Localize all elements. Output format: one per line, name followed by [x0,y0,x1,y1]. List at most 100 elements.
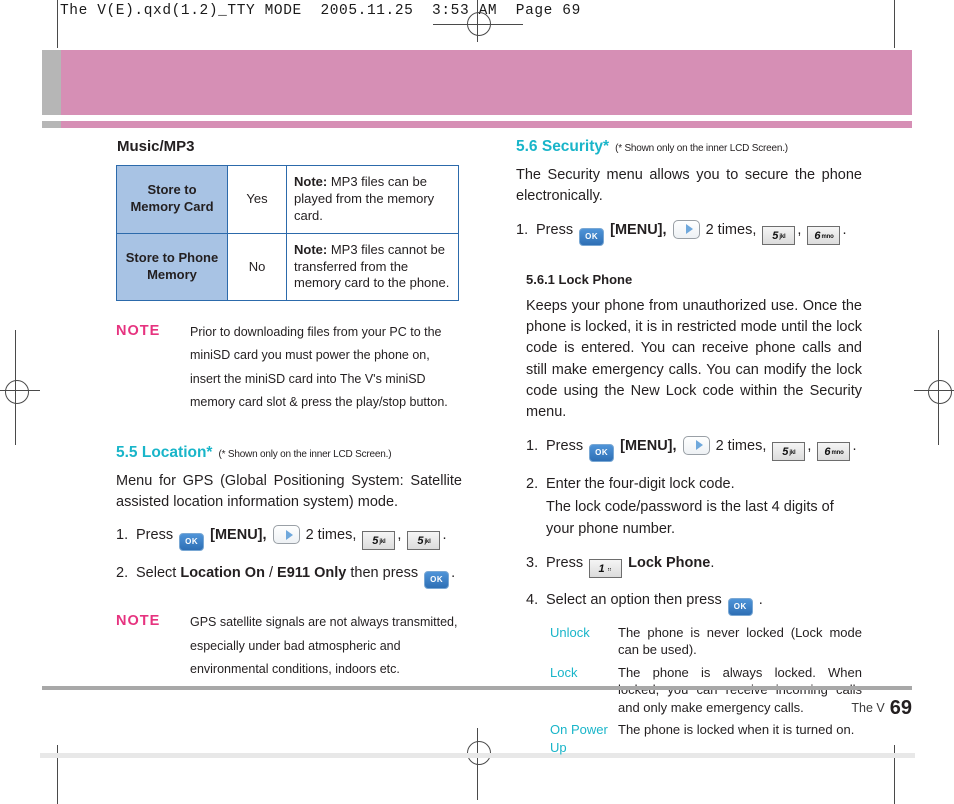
navigation-right-key-icon[interactable] [682,435,710,455]
period: . [758,591,763,608]
registration-mark-right [928,380,952,404]
numeric-key-5-icon[interactable]: 5jkl [362,531,396,551]
list-item: On Power Up The phone is locked when it … [526,721,862,756]
mp3-storage-table: Store to Memory Card Yes Note: MP3 files… [116,165,459,302]
note-tag: NOTE [116,613,161,630]
ok-key-icon[interactable]: OK [579,227,605,246]
lock-options-list: Unlock The phone is never locked (Lock m… [526,624,862,757]
ok-key-icon[interactable]: OK [589,443,615,462]
step-number: 4. [526,591,539,608]
ok-key-icon[interactable]: OK [727,597,753,616]
section-security-headline: 5.6 Security* (* Shown only on the inner … [516,138,862,156]
section-location-paragraph: Menu for GPS (Global Positioning System:… [116,472,462,511]
note-label: Note: [294,174,328,189]
step-body: Select Location On / E911 Only then pres… [136,563,462,590]
step-verb: Press [546,554,584,571]
step-body: Press OK [MENU], 2 times, 5jkl, 6mno. [536,219,862,246]
key-digit: 6 [824,445,831,458]
comma-separator: , [797,221,802,238]
navigation-right-key-icon[interactable] [672,219,700,239]
subsection-title: 5.6.1 Lock Phone [526,271,633,287]
step-body: Press OK [MENU], 2 times, 5jkl, 5jkl. [136,525,462,552]
key-digit: 6 [814,229,821,242]
header-banner-pink [61,50,912,115]
step-number: 3. [526,554,539,571]
option-definition: The phone is always locked. When locked,… [618,664,862,715]
key-digit: 1 [598,562,605,575]
period: . [842,221,847,238]
period: . [710,554,715,571]
note-label: Note: [294,241,328,257]
note-text: GPS satellite signals are not always tra… [190,615,458,676]
step-number: 1. [516,221,529,238]
step-verb: Press [536,221,574,238]
option-term-on-power-up: On Power Up [550,722,608,756]
key-digit: 5 [417,535,424,548]
navigation-right-key-icon[interactable] [272,525,300,545]
step-number: 1. [526,437,539,454]
numeric-key-5-icon[interactable]: 5jkl [407,531,441,551]
option-location-on: Location On [180,565,265,582]
subsection-paragraph: Keeps your phone from unauthorized use. … [526,297,862,421]
step-body: Press OK [MENU], 2 times, 5jkl, 6mno. [546,435,862,462]
registration-mark-left [5,380,29,404]
table-cell-value: Yes [227,165,287,234]
table-cell-note: Note: MP3 files cannot be transferred fr… [286,232,459,302]
trim-mark-right-top [894,0,895,48]
section-footnote: (* Shown only on the inner LCD Screen.) [615,143,788,154]
step-verb: Press [546,437,584,454]
step-line-2: The lock code/password is the last 4 dig… [546,499,834,537]
label-line-2: Memory [147,267,197,282]
period: . [442,527,447,544]
option-definition: The phone is locked when it is turned on… [618,722,855,738]
note-block-gps: NOTE GPS satellite signals are not alway… [116,611,462,680]
note-tag: NOTE [116,323,161,340]
key-letters: jkl [379,539,386,546]
section-location-headline: 5.5 Location* (* Shown only on the inner … [116,444,462,462]
header-subbar-pink [61,121,912,128]
header-banner-gray-tab [42,50,61,115]
footer-rule [42,686,912,690]
option-definition: The phone is never locked (Lock mode can… [618,624,862,658]
step-times: 2 times, [705,221,757,238]
music-mp3-heading: Music/MP3 [117,138,195,155]
step-verb: Select an option then press [546,591,722,608]
registration-mark-top [467,12,491,36]
numeric-key-6-icon[interactable]: 6mno [807,225,841,245]
key-letters: jkl [779,233,786,240]
right-column: 5.6 Security* (* Shown only on the inner … [516,138,862,762]
option-term-lock: Lock [550,664,578,680]
step-item: 2. Enter the four-digit lock code. The l… [526,474,862,541]
step-body: Select an option then press OK . [546,590,862,616]
key-letters: mno [831,449,844,456]
footer-device-name: The V [851,701,885,715]
step-number: 1. [116,527,129,544]
note-text: Prior to downloading files from your PC … [190,325,448,409]
step-verb: Select [136,565,177,582]
comma-separator: , [807,437,812,454]
key-symbol-dots: ⠶ [607,566,612,573]
numeric-key-5-icon[interactable]: 5jkl [762,225,796,245]
page-number: 69 [889,697,912,719]
step-times: 2 times, [305,527,357,544]
ok-key-icon[interactable]: OK [179,533,205,552]
label-line-2: Memory Card [130,199,214,215]
option-e911-only: E911 Only [277,565,347,582]
section-title: 5.6 Security* [516,138,610,155]
table-cell-note: Note: MP3 files can be played from the m… [286,165,459,234]
step-number: 2. [526,475,539,492]
numeric-key-5-icon[interactable]: 5jkl [772,441,806,461]
step-item: 1. Press OK [MENU], 2 times, 5jkl, 5jkl. [116,525,462,552]
section-location: 5.5 Location* (* Shown only on the inner … [116,444,462,590]
step-item: 2. Select Location On / E911 Only then p… [116,563,462,590]
ok-key-icon[interactable]: OK [424,571,450,590]
key-digit: 5 [372,535,379,548]
step-body: Press 1 ⠶ Lock Phone. [546,553,862,578]
numeric-key-1-icon[interactable]: 1 ⠶ [589,558,623,578]
step-body: Enter the four-digit lock code. The lock… [546,474,862,541]
comma-separator: , [397,527,402,544]
numeric-key-6-icon[interactable]: 6mno [817,441,851,461]
step-item: 1. Press OK [MENU], 2 times, 5jkl, 6mno. [516,219,862,246]
table-cell-value: No [227,232,287,302]
header-subbar-gray-tab [42,121,61,128]
